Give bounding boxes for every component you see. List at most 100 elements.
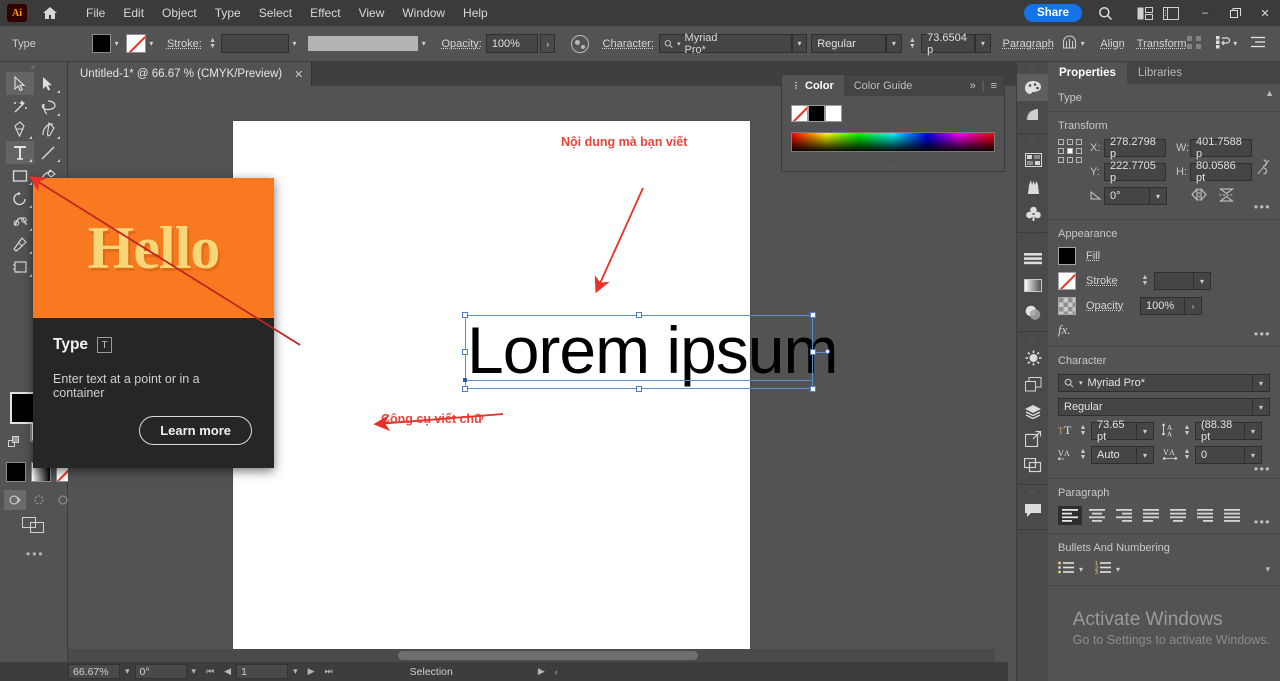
flip-horizontal-icon[interactable] — [1191, 188, 1207, 204]
rail-appearance[interactable] — [1017, 344, 1049, 371]
menu-type[interactable]: Type — [206, 3, 250, 23]
justify-right-button[interactable] — [1193, 506, 1217, 525]
menu-edit[interactable]: Edit — [114, 3, 153, 23]
stroke-weight-stepper[interactable]: ▲▼ — [208, 38, 218, 50]
font-family-chevron-down-icon[interactable]: ▾ — [792, 34, 807, 53]
more-tools-button[interactable]: ••• — [26, 547, 45, 561]
panel-menu-icon[interactable]: ≡ — [991, 80, 997, 92]
artboard[interactable]: Lorem ipsum — [233, 121, 750, 661]
constrain-proportions-icon[interactable] — [1257, 157, 1270, 180]
swatch-none[interactable] — [791, 105, 808, 122]
artboard-chevron-down-icon[interactable]: ▾ — [288, 666, 303, 677]
opacity-swatch[interactable] — [1058, 297, 1076, 315]
font-size-stepper-panel[interactable]: ▲▼ — [1078, 425, 1088, 437]
stroke-weight-input-panel[interactable] — [1154, 272, 1194, 290]
opacity-more-button[interactable]: › — [540, 34, 555, 53]
rail-gradient[interactable] — [1017, 272, 1049, 299]
rail-align[interactable] — [1017, 245, 1049, 272]
justify-center-button[interactable] — [1166, 506, 1190, 525]
menu-select[interactable]: Select — [250, 3, 301, 23]
bullets-chevron-down-icon[interactable]: ▾ — [1265, 564, 1270, 575]
font-style-chevron-down-icon[interactable]: ▾ — [886, 34, 901, 53]
stroke-swatch[interactable] — [126, 34, 145, 53]
flat-color-icon[interactable] — [6, 462, 26, 482]
stroke-profile-chevron-down-icon[interactable]: ▾ — [418, 39, 429, 48]
workspace-switcher-icon[interactable] — [1158, 0, 1184, 26]
type-tool[interactable] — [6, 141, 34, 164]
maximize-button[interactable] — [1220, 0, 1250, 26]
draw-behind-icon[interactable] — [28, 490, 50, 510]
appearance-more-options[interactable]: ••• — [1254, 327, 1271, 341]
search-icon[interactable] — [1092, 0, 1118, 26]
close-button[interactable]: ✕ — [1250, 0, 1280, 26]
lasso-tool[interactable] — [34, 95, 62, 118]
handle-top-left[interactable] — [462, 312, 468, 318]
kerning-chevron-icon[interactable]: ▾ — [1137, 446, 1154, 464]
fx-button[interactable]: fx. — [1058, 322, 1270, 338]
appearance-fill-swatch[interactable] — [1058, 247, 1076, 265]
text-out-port[interactable] — [825, 349, 830, 354]
swap-fill-stroke-icon[interactable] — [8, 436, 22, 450]
paragraph-align-icon[interactable] — [1062, 35, 1077, 52]
status-prev-icon[interactable]: ‹ — [550, 667, 563, 677]
leading-stepper[interactable]: ▲▼ — [1182, 425, 1192, 437]
swatch-black[interactable] — [808, 105, 825, 122]
prev-artboard-icon[interactable]: ◀ — [219, 666, 236, 677]
swatch-white[interactable] — [825, 105, 842, 122]
stroke-weight-stepper-panel[interactable]: ▲▼ — [1140, 275, 1150, 287]
handle-mid-left[interactable] — [462, 349, 468, 355]
arrange-chevron-down-icon[interactable]: ▾ — [1230, 39, 1241, 48]
kerning-input[interactable]: Auto — [1091, 446, 1137, 464]
font-style-chevron-icon-panel[interactable]: ▾ — [1253, 398, 1270, 416]
refpt-2[interactable] — [1067, 139, 1073, 145]
rotation-input[interactable]: 0° — [135, 664, 187, 679]
status-next-icon[interactable]: ▶ — [533, 666, 550, 677]
direct-selection-tool[interactable] — [34, 72, 62, 95]
rail-asset-export[interactable] — [1017, 425, 1049, 452]
refpt-8[interactable] — [1067, 157, 1073, 163]
menu-effect[interactable]: Effect — [301, 3, 349, 23]
rail-brushes[interactable] — [1017, 173, 1049, 200]
tab-libraries[interactable]: Libraries — [1127, 62, 1193, 84]
w-input[interactable]: 401.7588 p — [1190, 139, 1252, 157]
refpt-6[interactable] — [1076, 148, 1082, 154]
draw-normal-icon[interactable] — [4, 490, 26, 510]
next-artboard-icon[interactable]: ▶ — [303, 666, 320, 677]
share-button[interactable]: Share — [1024, 4, 1082, 22]
fill-chevron-down-icon[interactable]: ▾ — [111, 39, 122, 48]
refpt-1[interactable] — [1058, 139, 1064, 145]
justify-left-button[interactable] — [1139, 506, 1163, 525]
numbered-chevron-down-icon[interactable]: ▾ — [1116, 565, 1120, 574]
menu-file[interactable]: File — [77, 3, 114, 23]
change-screen-mode-icon[interactable] — [22, 517, 46, 540]
align-label[interactable]: Align — [1100, 38, 1124, 50]
color-spectrum-ramp[interactable] — [791, 132, 995, 152]
character-more-options[interactable]: ••• — [1254, 462, 1271, 476]
tab-color[interactable]: ⋮ Color — [782, 75, 844, 96]
refpt-9[interactable] — [1076, 157, 1082, 163]
refpt-3[interactable] — [1076, 139, 1082, 145]
rail-comments[interactable] — [1017, 497, 1049, 524]
stroke-weight-chevron-down-icon[interactable]: ▾ — [289, 39, 300, 48]
collapse-chevron-up-icon[interactable]: ▲ — [1265, 88, 1274, 98]
transform-label[interactable]: Transform — [1137, 38, 1187, 50]
horizontal-scroll-thumb[interactable] — [398, 651, 698, 660]
flip-vertical-icon[interactable] — [1219, 188, 1234, 205]
font-style-select[interactable]: Regular — [811, 34, 886, 53]
handle-bottom-center[interactable] — [636, 386, 642, 392]
zoom-level-input[interactable]: 66.67% — [68, 664, 120, 679]
bulleted-list-icon[interactable] — [1058, 561, 1075, 577]
stroke-profile-select[interactable] — [308, 36, 418, 51]
rail-swatches[interactable] — [1017, 74, 1049, 101]
minimize-button[interactable]: – — [1190, 0, 1220, 26]
tracking-stepper[interactable]: ▲▼ — [1182, 449, 1192, 461]
align-right-button[interactable] — [1112, 506, 1136, 525]
close-icon[interactable]: ✕ — [294, 68, 303, 81]
canvas-horizontal-scrollbar[interactable] — [68, 649, 995, 662]
stroke-weight-input[interactable] — [221, 34, 288, 53]
tab-properties[interactable]: Properties — [1048, 62, 1127, 84]
h-input[interactable]: 80.0586 pt — [1190, 163, 1252, 181]
selection-tool[interactable] — [6, 72, 34, 95]
align-center-button[interactable] — [1085, 506, 1109, 525]
paragraph-more-options[interactable]: ••• — [1254, 515, 1271, 529]
